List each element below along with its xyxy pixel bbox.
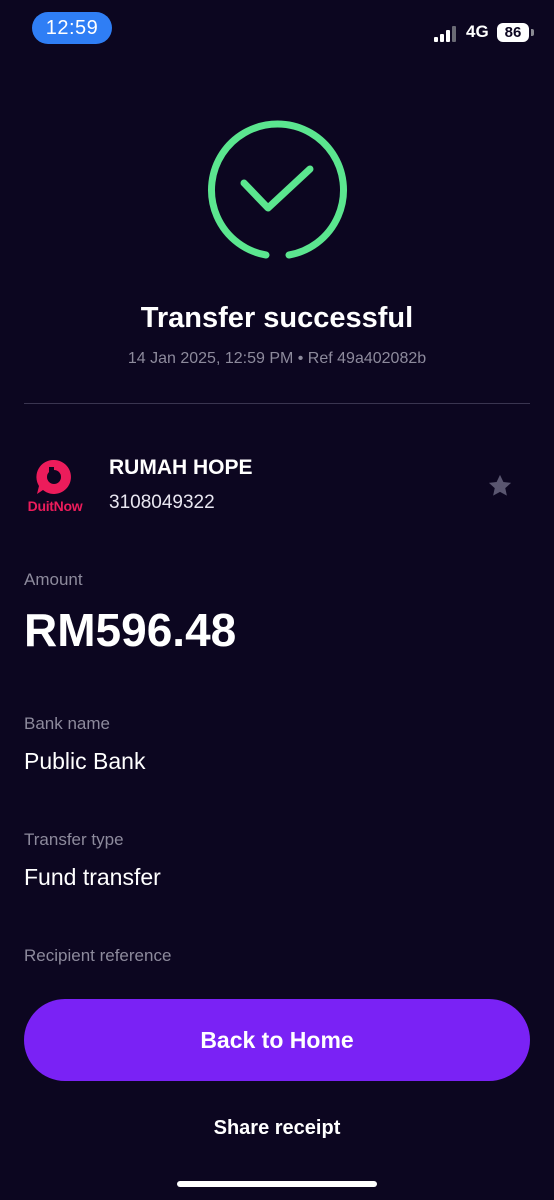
recipient-reference-label: Recipient reference [24,946,172,965]
star-icon[interactable] [486,472,514,500]
success-check-icon [208,120,347,259]
signal-icon [434,25,460,42]
share-receipt-button[interactable]: Share receipt [0,1117,554,1140]
bank-name-value: Public Bank [24,748,146,774]
battery-tip [531,29,534,36]
status-bar: 12:59 4G 86 [0,0,554,56]
duitnow-logo-text: DuitNow [27,498,83,514]
status-time[interactable]: 12:59 [32,12,112,44]
network-type: 4G [466,22,489,41]
duitnow-logo: DuitNow [22,458,88,516]
transfer-type-label: Transfer type [24,830,124,849]
recipient-name: RUMAH HOPE [109,456,253,479]
back-to-home-button[interactable]: Back to Home [24,999,530,1081]
page-title: Transfer successful [140,302,414,334]
transfer-type-value: Fund transfer [24,864,161,890]
home-indicator [177,1181,377,1187]
divider [24,403,530,404]
transaction-meta: 14 Jan 2025, 12:59 PM • Ref 49a402082b [127,350,427,367]
bank-name-label: Bank name [24,714,110,733]
battery-icon: 86 [497,23,529,42]
duitnow-pin-icon [36,459,71,494]
amount-value: RM596.48 [24,604,237,656]
recipient-account-number: 3108049322 [109,492,215,513]
amount-label: Amount [24,570,83,589]
